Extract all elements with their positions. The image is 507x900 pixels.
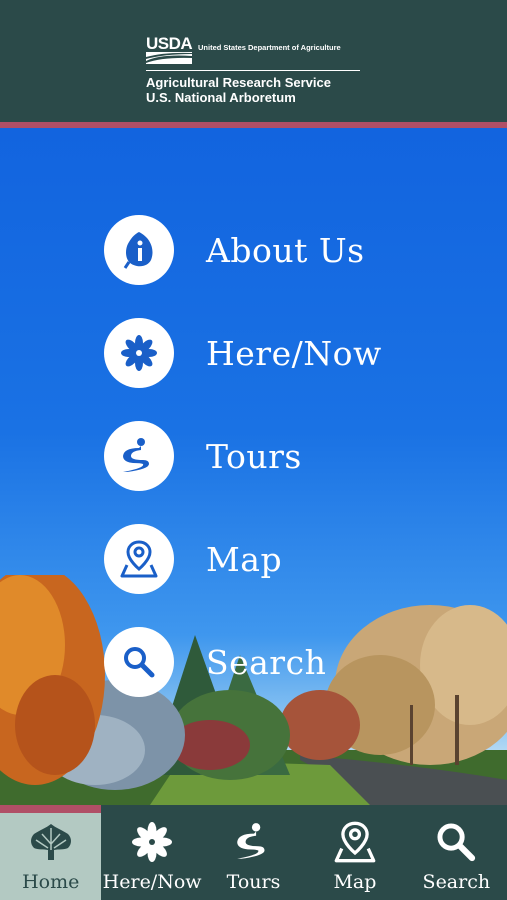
department-name: United States Department of Agriculture (198, 43, 341, 52)
tab-label-map: Map (333, 871, 377, 893)
tab-home[interactable]: Home (0, 805, 102, 900)
menu-map[interactable]: Map (104, 524, 382, 594)
menu-label-map: Map (206, 539, 283, 579)
tree-icon (28, 819, 74, 865)
search-icon (104, 627, 174, 697)
menu-label-here-now: Here/Now (206, 333, 382, 373)
usda-swoosh-icon (146, 52, 192, 64)
search-icon (433, 819, 479, 865)
usda-logo: USDA (146, 34, 193, 64)
map-pin-icon (104, 524, 174, 594)
tab-label-here-now: Here/Now (102, 871, 202, 893)
flower-icon (104, 318, 174, 388)
main-menu: About Us Here/Now Tours Map Search (104, 215, 382, 730)
tab-tours[interactable]: Tours (203, 805, 304, 900)
app-header: USDA United States Department of Agricul… (0, 0, 507, 122)
menu-label-search: Search (206, 642, 327, 682)
tab-label-tours: Tours (226, 871, 281, 893)
tab-search[interactable]: Search (406, 805, 507, 900)
info-leaf-icon (104, 215, 174, 285)
menu-tours[interactable]: Tours (104, 421, 382, 491)
usda-wordmark: USDA (146, 34, 193, 53)
arboretum-name: U.S. National Arboretum (146, 90, 296, 105)
tab-here-now[interactable]: Here/Now (101, 805, 202, 900)
menu-search[interactable]: Search (104, 627, 382, 697)
usda-logo-block: USDA United States Department of Agricul… (146, 34, 366, 105)
tab-label-home: Home (22, 871, 80, 893)
header-divider (146, 70, 360, 71)
menu-about-us[interactable]: About Us (104, 215, 382, 285)
menu-label-tours: Tours (206, 436, 302, 476)
service-name: Agricultural Research Service (146, 75, 331, 90)
path-icon (104, 421, 174, 491)
path-icon (231, 819, 277, 865)
menu-label-about-us: About Us (206, 230, 365, 270)
menu-here-now[interactable]: Here/Now (104, 318, 382, 388)
tab-label-search: Search (422, 871, 491, 893)
map-pin-icon (332, 819, 378, 865)
flower-icon (129, 819, 175, 865)
bottom-tab-bar: Home Here/Now Tours Map Search (0, 805, 507, 900)
tab-map[interactable]: Map (304, 805, 405, 900)
